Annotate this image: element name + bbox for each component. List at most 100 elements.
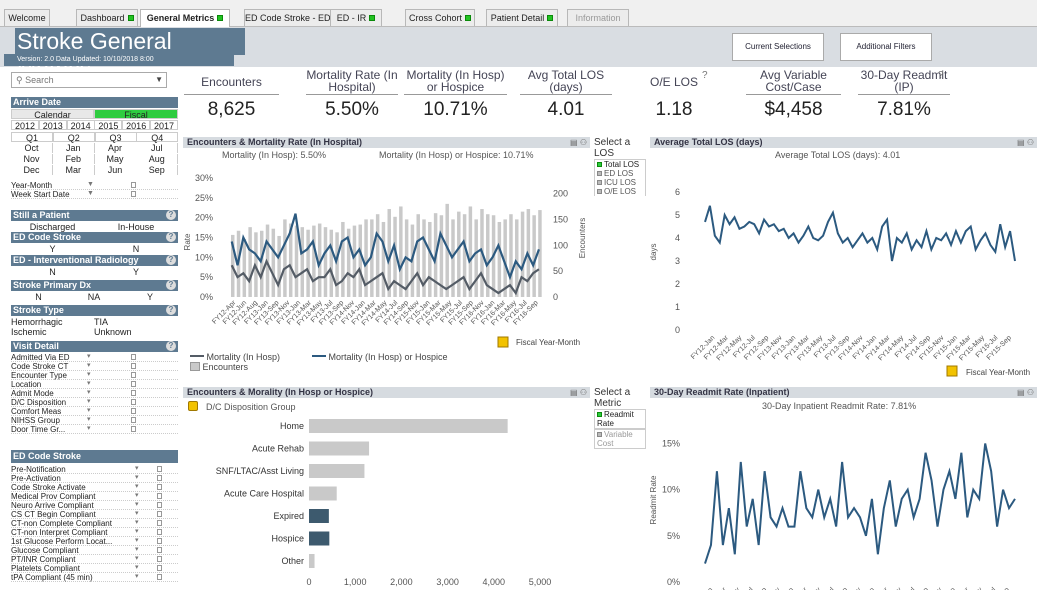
dropdown-icon[interactable]: ▾ [87,352,91,361]
tab-0[interactable]: Welcome [4,9,50,26]
metric-selector[interactable]: Select a Metric Readmit Rate Variable Cos… [594,387,646,457]
filter-row[interactable]: Code Stroke Activate ▾ [11,483,178,492]
calendar-toggle[interactable]: Calendar [11,109,94,120]
quarter-option[interactable]: Q4 [136,132,179,143]
additional-filters-button[interactable]: Additional Filters [840,33,932,61]
stroke-type-unknown[interactable]: Unknown [94,327,178,337]
discharged-option[interactable]: Discharged [11,222,94,232]
export-icons[interactable]: ▤ ⚇ [570,137,587,148]
checkbox[interactable] [131,372,136,378]
quarter-option[interactable]: Q1 [11,132,53,143]
los-option[interactable]: O/E LOS [594,187,646,196]
filter-row[interactable]: Pre-Notification ▾ [11,465,178,474]
dropdown-icon[interactable]: ▾ [135,500,139,509]
filter-row[interactable]: Neuro Arrive Compliant ▾ [11,501,178,510]
primary-dx-na[interactable]: NA [66,292,122,302]
dropdown-icon[interactable]: ▾ [87,388,91,397]
year-option[interactable]: 2016 [122,120,151,131]
year-option[interactable]: 2017 [150,120,178,131]
month-option[interactable]: Jun [94,165,137,175]
checkbox[interactable] [157,520,162,526]
dropdown-icon[interactable]: ▾ [135,482,139,491]
filter-row[interactable]: Admit Mode ▾ [11,389,178,398]
filter-row[interactable]: NIHSS Group ▾ [11,416,178,425]
tab-4[interactable]: ED - IR [330,9,382,26]
month-option[interactable]: Sep [136,165,179,175]
month-option[interactable]: Dec [11,165,53,175]
los-selector[interactable]: Select a LOS Total LOS ED LOS ICU LOS O/E L… [594,137,646,205]
filter-row[interactable]: PT/INR Compliant ▾ [11,555,178,564]
current-selections-button[interactable]: Current Selections [732,33,824,61]
filter-row[interactable]: Door Time Gr... ▾ [11,425,178,434]
checkbox[interactable] [157,547,162,553]
year-month-selector[interactable]: Year-Month ▼ [11,181,178,190]
tab-2[interactable]: General Metrics [140,9,230,27]
filter-row[interactable]: 1st Glucose Perform Locat... ▾ [11,537,178,546]
checkbox[interactable] [157,475,162,481]
month-option[interactable]: Jul [136,143,179,153]
chevron-down-icon[interactable]: ▼ [155,73,163,87]
filter-row[interactable]: Location ▾ [11,380,178,389]
filter-row[interactable]: CS CT Begin Compliant ▾ [11,510,178,519]
dropdown-icon[interactable]: ▾ [87,406,91,415]
checkbox[interactable] [131,363,136,369]
help-icon[interactable]: ? [702,70,708,81]
stroke-type-hemorrhagic[interactable]: Hemorrhagic [11,317,94,327]
checkbox[interactable] [157,556,162,562]
filter-row[interactable]: Platelets Compliant ▾ [11,564,178,573]
checkbox[interactable] [131,426,136,432]
checkbox[interactable] [131,417,136,423]
filter-row[interactable]: Encounter Type ▾ [11,371,178,380]
dropdown-icon[interactable]: ▾ [87,370,91,379]
help-icon[interactable]: ? [938,70,944,81]
dropdown-icon[interactable]: ▾ [87,397,91,406]
ed-code-y[interactable]: Y [11,244,94,254]
month-option[interactable]: Aug [136,154,179,164]
tab-6[interactable]: Patient Detail [486,9,558,26]
search-input[interactable]: ⚲ Search ▼ [11,72,167,88]
dropdown-icon[interactable]: ▾ [135,536,139,545]
filter-row[interactable]: CT-non Interpret Compliant ▾ [11,528,178,537]
tab-5[interactable]: Cross Cohort [405,9,475,26]
quarter-option[interactable]: Q3 [94,132,137,143]
dropdown-icon[interactable]: ▾ [135,545,139,554]
month-option[interactable]: Mar [52,165,95,175]
month-option[interactable]: Oct [11,143,53,153]
export-icons[interactable]: ▤ ⚇ [570,387,587,398]
filter-row[interactable]: Admitted Via ED ▾ [11,353,178,362]
stroke-type-tia[interactable]: TIA [94,317,178,327]
dropdown-icon[interactable]: ▾ [87,379,91,388]
checkbox[interactable] [157,574,162,580]
dropdown-icon[interactable]: ▾ [135,509,139,518]
metric-option[interactable]: Variable Cost [594,429,646,449]
tab-3[interactable]: ED Code Stroke - ED [244,9,340,26]
tab-7[interactable]: Information [567,9,629,26]
filter-row[interactable]: tPA Compliant (45 min) ▾ [11,573,178,582]
dropdown-icon[interactable]: ▾ [135,563,139,572]
ed-code-n[interactable]: N [94,244,178,254]
year-option[interactable]: 2014 [66,120,95,131]
checkbox[interactable] [157,502,162,508]
checkbox[interactable] [157,493,162,499]
month-option[interactable]: May [94,154,137,164]
filter-row[interactable]: Medical Prov Compliant ▾ [11,492,178,501]
filter-row[interactable]: D/C Disposition ▾ [11,398,178,407]
dropdown-icon[interactable]: ▾ [87,424,91,433]
export-icons[interactable]: ▤ ⚇ [1017,387,1034,398]
checkbox[interactable] [157,538,162,544]
checkbox[interactable] [157,511,162,517]
los-option[interactable]: ICU LOS [594,178,646,187]
filter-row[interactable]: Glucose Compliant ▾ [11,546,178,555]
checkbox[interactable] [157,529,162,535]
stroke-type-ischemic[interactable]: Ischemic [11,327,94,337]
dropdown-icon[interactable]: ▾ [87,415,91,424]
ed-ir-y[interactable]: Y [94,267,178,277]
checkbox[interactable] [131,408,136,414]
dropdown-icon[interactable]: ▾ [135,554,139,563]
checkbox[interactable] [131,399,136,405]
los-option[interactable]: Total LOS [594,159,646,169]
year-option[interactable]: 2013 [38,120,67,131]
tab-1[interactable]: Dashboard [76,9,138,26]
checkbox[interactable] [157,484,162,490]
los-option[interactable]: ED LOS [594,169,646,178]
